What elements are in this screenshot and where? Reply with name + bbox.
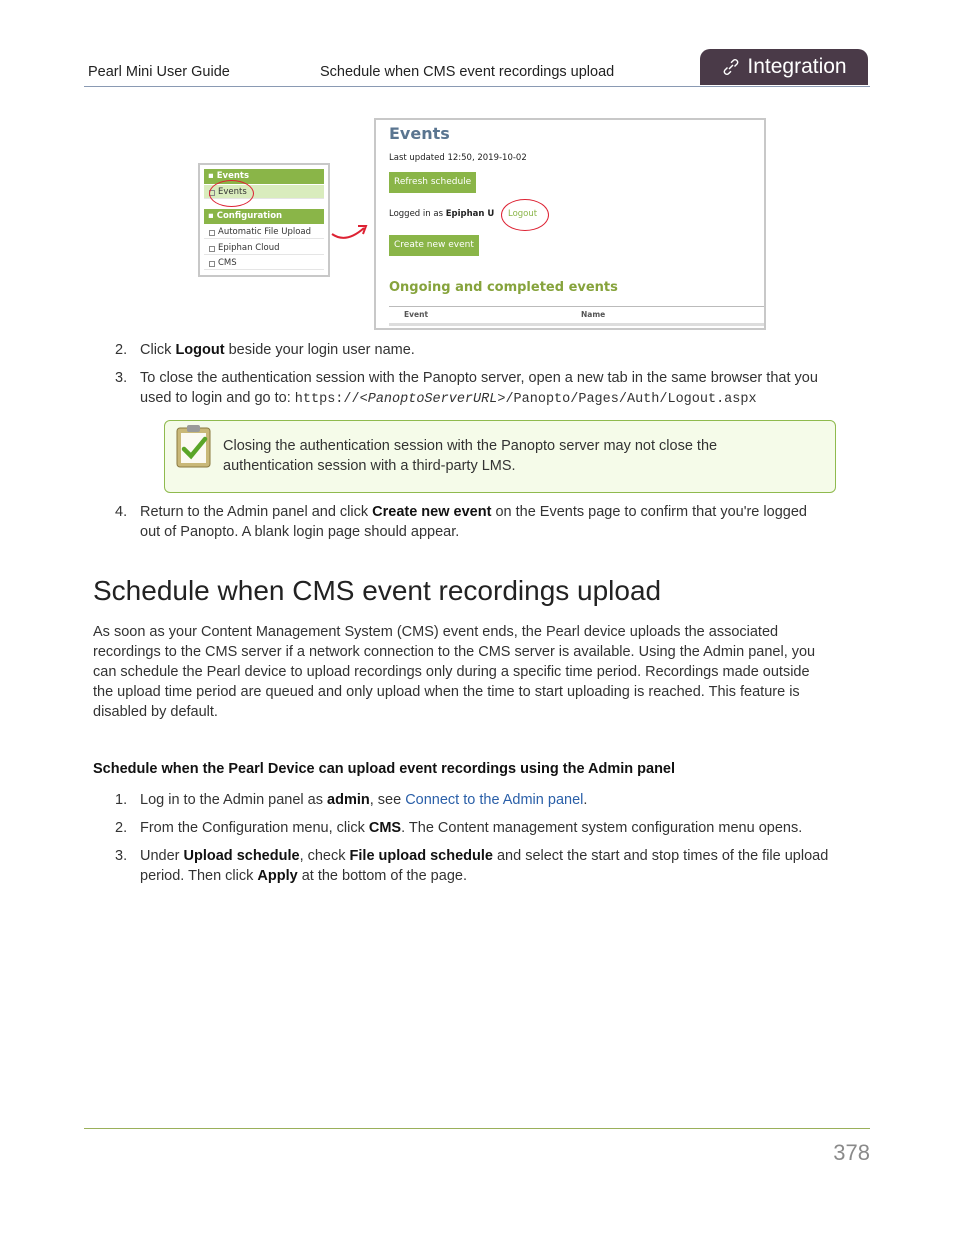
col-event: Event [404, 310, 429, 319]
step-b3-text: Under Upload schedule, check File upload… [140, 848, 829, 884]
admin-nav-screenshot: ▪ Events Events ▪ Configuration Automati… [198, 163, 330, 277]
step-number: 3. [115, 370, 128, 386]
header-rule [84, 86, 870, 87]
section-paragraph: As soon as your Content Management Syste… [93, 624, 816, 720]
events-title: Events [389, 124, 450, 143]
clipboard-check-icon [176, 425, 211, 468]
footer-rule [84, 1128, 870, 1129]
guide-title: Pearl Mini User Guide [88, 64, 230, 80]
events-highlight-circle [209, 180, 254, 207]
section-heading: Schedule when CMS event recordings uploa… [93, 575, 662, 606]
nav-item-cms[interactable]: CMS [204, 256, 324, 270]
step-4-text: Return to the Admin panel and click Crea… [140, 504, 807, 540]
nav-config-header: ▪ Configuration [204, 209, 324, 224]
section-title: Schedule when CMS event recordings uploa… [320, 64, 615, 80]
note-box: Closing the authentication session with … [164, 420, 836, 493]
link-icon [724, 59, 739, 75]
nav-item-epiphan-cloud[interactable]: Epiphan Cloud [204, 241, 324, 255]
step-number: 2. [115, 820, 128, 836]
logout-highlight-circle [501, 199, 549, 231]
create-new-event-button[interactable]: Create new event [389, 235, 479, 256]
step-number: 1. [115, 792, 128, 808]
procedure-heading: Schedule when the Pearl Device can uploa… [93, 761, 676, 777]
ongoing-events-title: Ongoing and completed events [389, 280, 618, 295]
step-2-text: Click Logout beside your login user name… [140, 342, 415, 358]
events-table-header: Event Name [389, 306, 764, 326]
tab-label: Integration [747, 55, 847, 78]
last-updated: Last updated 12:50, 2019-10-02 [389, 153, 527, 163]
connect-admin-panel-link[interactable]: Connect to the Admin panel [405, 792, 583, 808]
arrow-icon [331, 225, 368, 239]
events-page-screenshot: Events Last updated 12:50, 2019-10-02 Re… [374, 118, 766, 330]
logout-url: https://<PanoptoServerURL>/Panopto/Pages… [294, 392, 757, 407]
logged-in-text: Logged in as Epiphan U [389, 209, 495, 219]
col-name: Name [581, 310, 606, 319]
integration-tab[interactable]: Integration [700, 49, 868, 85]
step-3-text: To close the authentication session with… [140, 370, 818, 407]
nav-item-automatic-file-upload[interactable]: Automatic File Upload [204, 225, 324, 239]
step-number: 3. [115, 848, 128, 864]
refresh-schedule-button[interactable]: Refresh schedule [389, 172, 477, 193]
page-number: 378 [833, 1140, 870, 1165]
note-text: Closing the authentication session with … [223, 438, 718, 474]
step-b2-text: From the Configuration menu, click CMS. … [140, 820, 803, 836]
step-number: 2. [115, 342, 128, 358]
step-number: 4. [115, 504, 128, 520]
step-b1-text: Log in to the Admin panel as admin, see … [140, 792, 588, 808]
